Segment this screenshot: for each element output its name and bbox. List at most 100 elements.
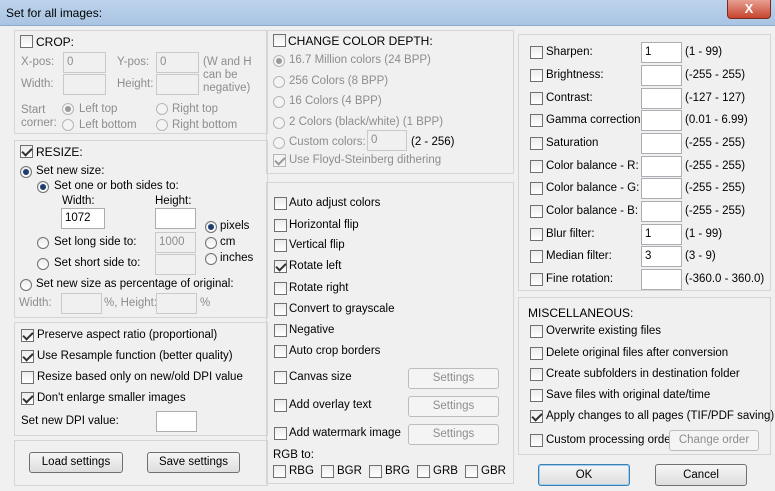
set-new-size-radio[interactable] — [20, 166, 32, 178]
overwrite-checkbox[interactable] — [530, 325, 543, 338]
rgb-rbg-checkbox[interactable] — [273, 465, 286, 478]
depth-1bpp-radio[interactable] — [273, 117, 285, 129]
contrast-input[interactable] — [641, 88, 682, 109]
pct-width-input[interactable] — [61, 293, 102, 314]
custom-colors-radio[interactable] — [273, 137, 285, 149]
original-date-checkbox[interactable] — [530, 389, 543, 402]
brightness-checkbox[interactable] — [530, 69, 543, 82]
short-side-radio[interactable] — [37, 258, 49, 270]
rotate-right-checkbox[interactable] — [274, 282, 287, 295]
watermark-settings-button[interactable]: Settings — [408, 424, 499, 445]
close-button[interactable]: X — [727, 0, 771, 19]
horizontal-flip-checkbox[interactable] — [274, 219, 287, 232]
watermark-checkbox[interactable] — [274, 427, 287, 440]
preserve-aspect-checkbox[interactable] — [21, 329, 34, 342]
vertical-flip-checkbox[interactable] — [274, 239, 287, 252]
depth-8bpp-radio[interactable] — [273, 76, 285, 88]
custom-order-checkbox[interactable] — [530, 434, 543, 447]
rgb-brg-checkbox[interactable] — [369, 465, 382, 478]
resize-height-input[interactable] — [155, 208, 196, 229]
gamma-input[interactable] — [641, 110, 682, 131]
ypos-input[interactable]: 0 — [156, 52, 199, 73]
rgb-bgr-checkbox[interactable] — [321, 465, 334, 478]
sharpen-checkbox[interactable] — [530, 46, 543, 59]
rgb-gbr-checkbox[interactable] — [465, 465, 478, 478]
fine-rotation-checkbox[interactable] — [530, 273, 543, 286]
saturation-label: Saturation — [546, 137, 599, 149]
ok-button[interactable]: OK — [538, 464, 630, 486]
overlay-settings-button[interactable]: Settings — [408, 396, 499, 417]
blur-checkbox[interactable] — [530, 228, 543, 241]
median-input[interactable]: 3 — [641, 246, 682, 267]
title-bar: Set for all images: X — [0, 0, 775, 26]
corner-right-top-radio[interactable] — [156, 103, 168, 115]
saturation-checkbox[interactable] — [530, 137, 543, 150]
change-order-button[interactable]: Change order — [669, 430, 759, 451]
fine-rotation-input[interactable] — [641, 269, 682, 290]
crop-width-input[interactable] — [63, 74, 106, 95]
grayscale-checkbox[interactable] — [274, 303, 287, 316]
save-settings-button[interactable]: Save settings — [147, 452, 240, 473]
auto-crop-checkbox[interactable] — [274, 345, 287, 358]
canvas-size-checkbox[interactable] — [274, 371, 287, 384]
percentage-radio[interactable] — [20, 279, 32, 291]
balance-g-input[interactable] — [641, 178, 682, 199]
custom-colors-input[interactable]: 0 — [367, 130, 407, 151]
overlay-text-checkbox[interactable] — [274, 399, 287, 412]
load-settings-button[interactable]: Load settings — [29, 452, 123, 473]
unit-inches-radio[interactable] — [205, 253, 217, 265]
delete-originals-checkbox[interactable] — [530, 347, 543, 360]
rotate-left-label: Rotate left — [289, 260, 342, 272]
dont-enlarge-checkbox[interactable] — [21, 392, 34, 405]
contrast-checkbox[interactable] — [530, 92, 543, 105]
median-checkbox[interactable] — [530, 250, 543, 263]
unit-cm-radio[interactable] — [205, 237, 217, 249]
depth-4bpp-radio[interactable] — [273, 96, 285, 108]
negative-checkbox[interactable] — [274, 324, 287, 337]
balance-r-checkbox[interactable] — [530, 160, 543, 173]
sharpen-range: (1 - 99) — [685, 46, 723, 58]
set-dpi-input[interactable] — [156, 411, 197, 432]
corner-right-bottom-radio[interactable] — [156, 119, 168, 131]
short-side-input[interactable] — [155, 254, 196, 275]
cancel-button[interactable]: Cancel — [655, 464, 747, 486]
all-pages-checkbox[interactable] — [530, 410, 543, 423]
auto-adjust-checkbox[interactable] — [274, 197, 287, 210]
create-subfolders-checkbox[interactable] — [530, 368, 543, 381]
depth-24bpp-radio[interactable] — [273, 55, 285, 67]
pct-height-input[interactable] — [156, 293, 197, 314]
crop-height-input[interactable] — [156, 74, 199, 95]
sharpen-input[interactable]: 1 — [641, 42, 682, 63]
balance-r-label: Color balance - R: — [546, 160, 639, 172]
balance-g-checkbox[interactable] — [530, 182, 543, 195]
balance-b-checkbox[interactable] — [530, 205, 543, 218]
long-side-input[interactable]: 1000 — [155, 232, 196, 253]
set-one-or-both-radio[interactable] — [37, 181, 49, 193]
resize-checkbox[interactable] — [20, 145, 33, 158]
corner-left-bottom-radio[interactable] — [62, 119, 74, 131]
grayscale-label: Convert to grayscale — [289, 303, 395, 315]
dithering-checkbox[interactable] — [273, 154, 286, 167]
unit-cm-label: cm — [220, 236, 236, 248]
xpos-input[interactable]: 0 — [63, 52, 106, 73]
crop-checkbox[interactable] — [20, 35, 33, 48]
blur-input[interactable]: 1 — [641, 224, 682, 245]
rotate-left-checkbox[interactable] — [274, 260, 287, 273]
dpi-based-checkbox[interactable] — [21, 371, 34, 384]
ypos-label: Y-pos: — [117, 56, 150, 68]
resample-checkbox[interactable] — [21, 350, 34, 363]
resize-width-input[interactable]: 1072 — [61, 208, 105, 229]
canvas-settings-button[interactable]: Settings — [408, 368, 499, 389]
balance-r-input[interactable] — [641, 156, 682, 177]
gamma-checkbox[interactable] — [530, 114, 543, 127]
rgb-grb-checkbox[interactable] — [417, 465, 430, 478]
start-corner-label-1: Start — [21, 104, 46, 116]
vertical-flip-label: Vertical flip — [289, 239, 345, 251]
saturation-input[interactable] — [641, 133, 682, 154]
unit-pixels-radio[interactable] — [205, 221, 217, 233]
color-depth-checkbox[interactable] — [273, 34, 286, 47]
long-side-radio[interactable] — [37, 237, 49, 249]
balance-b-input[interactable] — [641, 201, 682, 222]
corner-left-top-radio[interactable] — [62, 103, 74, 115]
brightness-input[interactable] — [641, 65, 682, 86]
